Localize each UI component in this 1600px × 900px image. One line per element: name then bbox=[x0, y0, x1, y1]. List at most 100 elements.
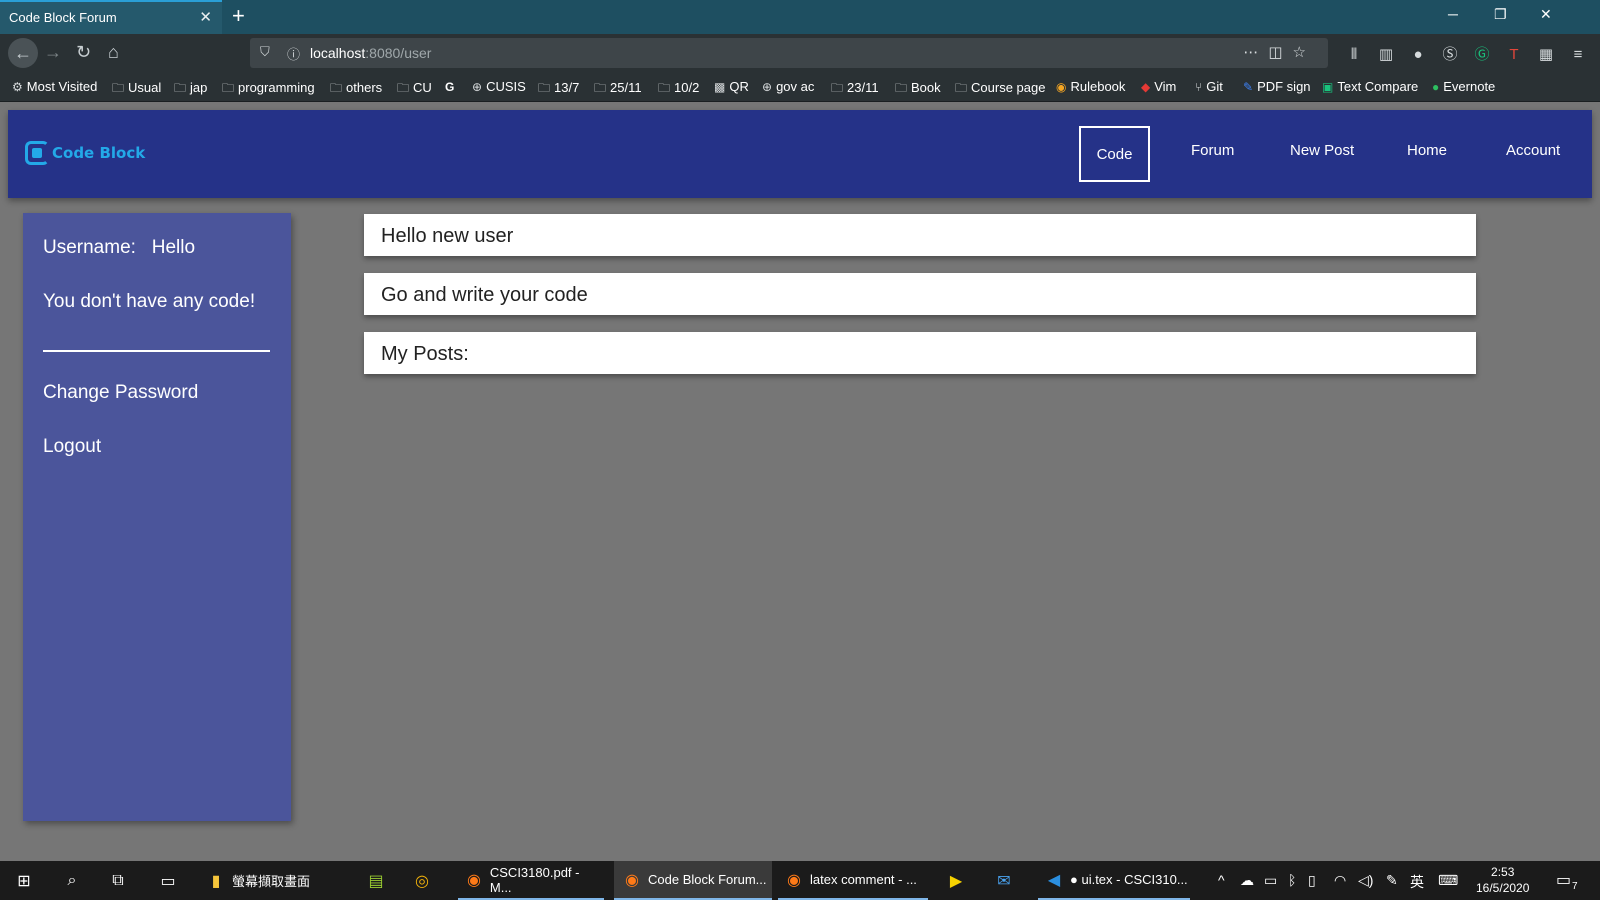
site-info-icon[interactable]: ⓘ bbox=[287, 44, 300, 63]
bookmark-evernote[interactable]: ● Evernote bbox=[1432, 79, 1495, 94]
app-header: Code Block Code Forum New Post Home Acco… bbox=[8, 110, 1592, 198]
nav-forum[interactable]: Forum bbox=[1191, 142, 1234, 159]
folder-icon: ▮ bbox=[211, 872, 221, 890]
bookmark-cu[interactable]: 🗀 CU bbox=[397, 79, 432, 100]
taskbar-item-pdf[interactable]: ◉ CSCI3180.pdf - M... bbox=[458, 861, 604, 900]
sidebar-toggle-icon[interactable]: ▥ bbox=[1370, 45, 1402, 63]
clock-date: 16/5/2020 bbox=[1476, 881, 1530, 895]
menu-icon[interactable]: ≡ bbox=[1562, 46, 1594, 63]
reload-icon[interactable]: ↻ bbox=[76, 42, 91, 63]
taskbar-item-vscode[interactable]: ◀ ● ui.tex - CSCI310... bbox=[1038, 861, 1190, 900]
extensions-icon[interactable]: ▦ bbox=[1530, 45, 1562, 63]
bookmark-usual[interactable]: 🗀 Usual bbox=[112, 79, 161, 100]
bookmarks-bar: ⚙ Most Visited 🗀 Usual 🗀 jap 🗀 programming 🗀… bbox=[0, 72, 1600, 102]
folder-icon: 🗀 bbox=[955, 81, 968, 95]
taskbar-item-latex[interactable]: ◉ latex comment - ... bbox=[778, 861, 928, 900]
url-actions: ⋯◫☆ bbox=[1243, 43, 1316, 61]
url-text[interactable]: localhost:8080/user bbox=[310, 45, 431, 61]
nav-code[interactable]: Code bbox=[1079, 126, 1150, 182]
battery-icon[interactable]: ▯ bbox=[1308, 872, 1316, 889]
home-icon[interactable]: ⌂ bbox=[108, 42, 119, 63]
extension-t-icon[interactable]: T bbox=[1498, 46, 1530, 63]
logout-link[interactable]: Logout bbox=[43, 436, 101, 458]
bookmark-others[interactable]: 🗀 others bbox=[330, 79, 382, 100]
bookmark-course-page[interactable]: 🗀 Course page bbox=[955, 79, 1045, 100]
back-icon[interactable]: ← bbox=[8, 38, 38, 68]
search-button[interactable]: ⌕ bbox=[62, 861, 88, 900]
show-hidden-icons-icon[interactable]: ^ bbox=[1218, 872, 1225, 888]
browser-titlebar: Code Block Forum ✕ + ─ ❐ ✕ bbox=[0, 0, 1600, 34]
bluetooth-icon[interactable]: ᛒ bbox=[1288, 872, 1296, 888]
search-icon: ⌕ bbox=[67, 871, 77, 889]
nav-new-post[interactable]: New Post bbox=[1290, 142, 1354, 159]
page-actions-icon[interactable]: ⋯ bbox=[1243, 44, 1268, 61]
card-text: My Posts: bbox=[381, 343, 469, 365]
bookmark-25-11[interactable]: 🗀 25/11 bbox=[594, 79, 642, 100]
url-host: localhost bbox=[310, 45, 366, 61]
bookmark-git[interactable]: ⑂ Git bbox=[1195, 79, 1223, 94]
pen-icon: ✎ bbox=[1243, 80, 1254, 94]
bookmark-qr[interactable]: ▩ QR bbox=[714, 79, 749, 94]
clock[interactable]: 2:53 16/5/2020 bbox=[1476, 864, 1529, 896]
vscode-icon: ◀ bbox=[1047, 871, 1061, 889]
terminal-button[interactable]: ▭ bbox=[158, 861, 184, 900]
display-icon[interactable]: ▭ bbox=[1264, 872, 1277, 889]
volume-icon[interactable]: ◁) bbox=[1358, 872, 1373, 889]
username-row: Username: Hello bbox=[43, 237, 195, 259]
bookmark-text-compare[interactable]: ▣ Text Compare bbox=[1322, 79, 1418, 94]
taskbar-item-screenshot[interactable]: ▮ 螢幕擷取畫面 bbox=[206, 861, 310, 900]
nav-home[interactable]: Home bbox=[1407, 142, 1447, 159]
folder-icon: 🗀 bbox=[397, 81, 410, 95]
restore-icon[interactable]: ❐ bbox=[1494, 6, 1507, 23]
bookmark-cusis[interactable]: ⊕ CUSIS bbox=[472, 79, 526, 94]
pen-icon[interactable]: ✎ bbox=[1386, 872, 1398, 889]
app-logo[interactable]: Code Block bbox=[25, 140, 145, 166]
taskbar-notepad[interactable]: ▤ bbox=[366, 861, 392, 900]
minimize-icon[interactable]: ─ bbox=[1448, 6, 1458, 22]
forward-icon[interactable]: → bbox=[44, 42, 62, 63]
nav-account[interactable]: Account bbox=[1506, 142, 1560, 159]
notification-icon[interactable]: ▭ bbox=[1556, 870, 1571, 890]
bookmark-13-7[interactable]: 🗀 13/7 bbox=[538, 79, 579, 100]
grammarly-icon[interactable]: Ⓖ bbox=[1466, 43, 1498, 64]
bookmark-star-icon[interactable]: ☆ bbox=[1293, 44, 1316, 61]
ime-indicator[interactable]: 英 bbox=[1410, 872, 1424, 892]
firefox-icon: ◉ bbox=[625, 871, 639, 889]
taskbar-mail[interactable]: ✉ bbox=[994, 861, 1020, 900]
tab-title: Code Block Forum bbox=[9, 10, 117, 25]
new-tab-icon[interactable]: + bbox=[232, 3, 245, 29]
bookmark-programming[interactable]: 🗀 programming bbox=[222, 79, 315, 100]
google-icon[interactable]: G bbox=[445, 79, 458, 94]
card-text: Go and write your code bbox=[381, 284, 588, 306]
browser-tab-active[interactable]: Code Block Forum ✕ bbox=[0, 0, 222, 34]
bookmark-rulebook[interactable]: ◉ Rulebook bbox=[1056, 79, 1125, 94]
bookmark-10-2[interactable]: 🗀 10/2 bbox=[658, 79, 699, 100]
bookmark-gov-ac[interactable]: ⊕ gov ac bbox=[762, 79, 814, 94]
git-icon: ⑂ bbox=[1195, 80, 1203, 94]
taskbar-player[interactable]: ▶ bbox=[946, 861, 972, 900]
tab-close-icon[interactable]: ✕ bbox=[199, 8, 212, 26]
bookmark-23-11[interactable]: 🗀 23/11 bbox=[831, 79, 879, 100]
bookmark-pdf-sign[interactable]: ✎ PDF sign bbox=[1243, 79, 1311, 94]
keyboard-icon[interactable]: ⌨ bbox=[1438, 872, 1458, 889]
pocket-icon[interactable]: ◫ bbox=[1268, 44, 1292, 61]
start-button[interactable]: ⊞ bbox=[14, 861, 40, 900]
wifi-icon[interactable]: ◠ bbox=[1334, 872, 1346, 889]
account-icon[interactable]: ● bbox=[1402, 46, 1434, 63]
taskbar-item-code-block[interactable]: ◉ Code Block Forum... bbox=[614, 861, 772, 900]
no-code-message: You don't have any code! bbox=[43, 291, 256, 312]
change-password-link[interactable]: Change Password bbox=[43, 382, 198, 404]
prompt-card: Go and write your code bbox=[364, 273, 1476, 315]
bookmark-most-visited[interactable]: ⚙ Most Visited bbox=[12, 79, 97, 94]
bookmark-vim[interactable]: ◆ Vim bbox=[1141, 79, 1176, 94]
onedrive-icon[interactable]: ☁ bbox=[1240, 872, 1254, 889]
library-icon[interactable]: ⫴ bbox=[1338, 46, 1370, 63]
taskbar-chrome[interactable]: ◎ bbox=[412, 861, 438, 900]
bookmark-jap[interactable]: 🗀 jap bbox=[174, 79, 207, 100]
tracking-shield-icon[interactable]: ⛉ bbox=[260, 44, 270, 60]
bookmark-book[interactable]: 🗀 Book bbox=[895, 79, 941, 100]
url-bar[interactable]: ⛉ ⓘ localhost:8080/user ⋯◫☆ bbox=[250, 38, 1328, 68]
extension-s-icon[interactable]: Ⓢ bbox=[1434, 43, 1466, 64]
close-window-icon[interactable]: ✕ bbox=[1540, 6, 1552, 23]
task-view-button[interactable]: ⧉ bbox=[108, 861, 134, 900]
